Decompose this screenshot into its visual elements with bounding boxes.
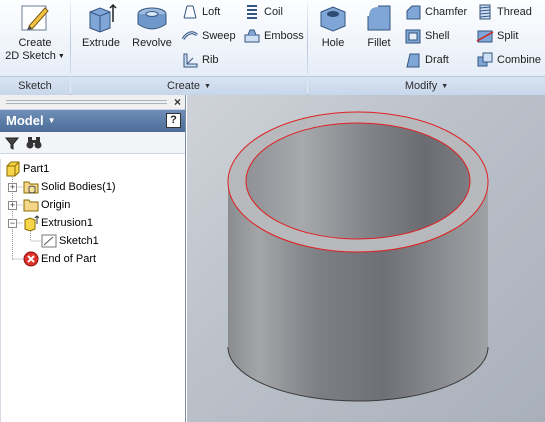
draft-label: Draft bbox=[425, 54, 449, 67]
browser-toolbar bbox=[0, 132, 185, 154]
sketch-group: Create 2D Sketch ▼ Sketch bbox=[0, 0, 70, 95]
modify-group-label-text: Modify bbox=[404, 80, 438, 92]
create-sketch-label-line2: 2D Sketch bbox=[5, 50, 56, 62]
fillet-label: Fillet bbox=[367, 37, 391, 49]
ribbon: Create 2D Sketch ▼ Sketch Extrude Revolve bbox=[0, 0, 545, 95]
shell-icon bbox=[405, 29, 421, 44]
extrude-button[interactable]: Extrude bbox=[79, 2, 123, 50]
browser-title: Model bbox=[6, 113, 44, 128]
modify-group-label[interactable]: Modify ▼ bbox=[308, 76, 545, 95]
fillet-button[interactable]: Fillet bbox=[360, 2, 398, 50]
rib-icon bbox=[183, 53, 198, 68]
expand-toggle[interactable]: + bbox=[8, 183, 17, 192]
sweep-icon bbox=[181, 31, 198, 40]
hole-label: Hole bbox=[321, 37, 345, 49]
solid-bodies-icon bbox=[23, 181, 39, 194]
grip-lines bbox=[6, 100, 167, 104]
create-2d-sketch-button[interactable]: Create 2D Sketch ▼ bbox=[4, 2, 66, 63]
emboss-label: Emboss bbox=[264, 30, 304, 43]
revolve-button[interactable]: Revolve bbox=[127, 2, 177, 50]
hole-icon bbox=[320, 6, 346, 32]
combine-label: Combine bbox=[497, 54, 542, 67]
chamfer-icon bbox=[406, 5, 421, 20]
combine-icon bbox=[477, 52, 493, 67]
emboss-button[interactable]: Emboss bbox=[243, 26, 304, 48]
loft-button[interactable]: Loft bbox=[181, 2, 220, 24]
create-group-label[interactable]: Create ▼ bbox=[71, 76, 307, 95]
split-button[interactable]: Split bbox=[476, 26, 518, 48]
split-icon bbox=[476, 30, 494, 43]
chevron-down-icon: ▼ bbox=[204, 83, 211, 90]
split-label: Split bbox=[497, 30, 519, 43]
model-browser-panel: × Model ▼ ? Part1 + Solid Bodies(1) + Ori… bbox=[0, 95, 186, 422]
combine-button[interactable]: Combine bbox=[476, 50, 541, 72]
end-of-part-icon bbox=[23, 251, 39, 267]
browser-title-bar[interactable]: Model ▼ ? bbox=[0, 110, 185, 132]
chamfer-button[interactable]: Chamfer bbox=[404, 2, 467, 24]
coil-label: Coil bbox=[264, 6, 283, 19]
extrude-label: Extrude bbox=[82, 37, 120, 49]
cylinder-model bbox=[227, 111, 489, 402]
chevron-down-icon: ▼ bbox=[47, 116, 56, 125]
tree-node-part[interactable]: Part1 bbox=[5, 160, 49, 178]
loft-icon bbox=[183, 5, 197, 19]
folder-icon bbox=[23, 199, 39, 212]
create-group-label-text: Create bbox=[167, 80, 201, 92]
create-sketch-label-line1: Create bbox=[18, 37, 52, 49]
help-icon[interactable]: ? bbox=[166, 113, 181, 128]
close-icon[interactable]: × bbox=[174, 95, 181, 109]
tree-node-label: Origin bbox=[41, 199, 71, 212]
thread-label: Thread bbox=[497, 6, 532, 19]
fillet-icon bbox=[367, 5, 391, 31]
binoculars-icon[interactable] bbox=[26, 135, 42, 150]
sweep-label: Sweep bbox=[202, 30, 236, 43]
tree-node-extrusion[interactable]: Extrusion1 bbox=[23, 214, 93, 232]
modify-group: Hole Fillet Chamfer Shell Draft Thread S… bbox=[308, 0, 545, 95]
sketch-pencil-icon bbox=[21, 5, 49, 31]
shell-button[interactable]: Shell bbox=[404, 26, 449, 48]
tree-node-end-of-part[interactable]: End of Part bbox=[23, 250, 96, 268]
tree-node-label: Sketch1 bbox=[59, 235, 99, 248]
create-sketch-label-line2-row: 2D Sketch ▼ bbox=[4, 50, 66, 63]
tree-node-label: Extrusion1 bbox=[41, 217, 93, 230]
emboss-icon bbox=[244, 29, 260, 43]
tree-node-sketch[interactable]: Sketch1 bbox=[41, 232, 99, 250]
tree-node-solid-bodies[interactable]: Solid Bodies(1) bbox=[23, 178, 116, 196]
sketch-icon bbox=[41, 234, 57, 248]
hole-button[interactable]: Hole bbox=[314, 2, 352, 50]
rib-button[interactable]: Rib bbox=[181, 50, 219, 72]
tree-node-origin[interactable]: Origin bbox=[23, 196, 70, 214]
coil-button[interactable]: Coil bbox=[243, 2, 283, 24]
draft-button[interactable]: Draft bbox=[404, 50, 449, 72]
graphics-viewport[interactable] bbox=[187, 95, 545, 422]
chamfer-label: Chamfer bbox=[425, 6, 468, 19]
rib-label: Rib bbox=[202, 54, 219, 67]
tree-node-label: End of Part bbox=[41, 253, 97, 266]
dropdown-arrow-icon[interactable]: ▼ bbox=[58, 53, 65, 60]
coil-icon bbox=[247, 5, 257, 20]
thread-button[interactable]: Thread bbox=[476, 2, 532, 24]
sweep-button[interactable]: Sweep bbox=[181, 26, 236, 48]
extrude-icon bbox=[89, 3, 117, 33]
thread-icon bbox=[479, 4, 491, 20]
revolve-icon bbox=[137, 7, 167, 30]
chevron-down-icon: ▼ bbox=[441, 83, 449, 90]
filter-icon[interactable] bbox=[5, 136, 19, 150]
panel-grip[interactable]: × bbox=[0, 95, 185, 110]
loft-label: Loft bbox=[202, 6, 221, 19]
draft-icon bbox=[406, 53, 420, 68]
create-group: Extrude Revolve Loft Sweep Rib Coil Embo… bbox=[71, 0, 307, 95]
expand-toggle[interactable]: + bbox=[8, 201, 17, 210]
shell-label: Shell bbox=[425, 30, 450, 43]
collapse-toggle[interactable]: − bbox=[8, 219, 17, 228]
tree-node-label: Solid Bodies(1) bbox=[41, 181, 116, 194]
revolve-label: Revolve bbox=[132, 37, 172, 49]
sketch-group-label: Sketch bbox=[0, 76, 70, 95]
model-tree: Part1 + Solid Bodies(1) + Origin − Extru… bbox=[0, 159, 185, 422]
extrusion-icon bbox=[24, 215, 39, 232]
part-icon bbox=[6, 161, 20, 177]
sketch-group-label-text: Sketch bbox=[18, 80, 52, 92]
tree-node-label: Part1 bbox=[23, 163, 50, 176]
